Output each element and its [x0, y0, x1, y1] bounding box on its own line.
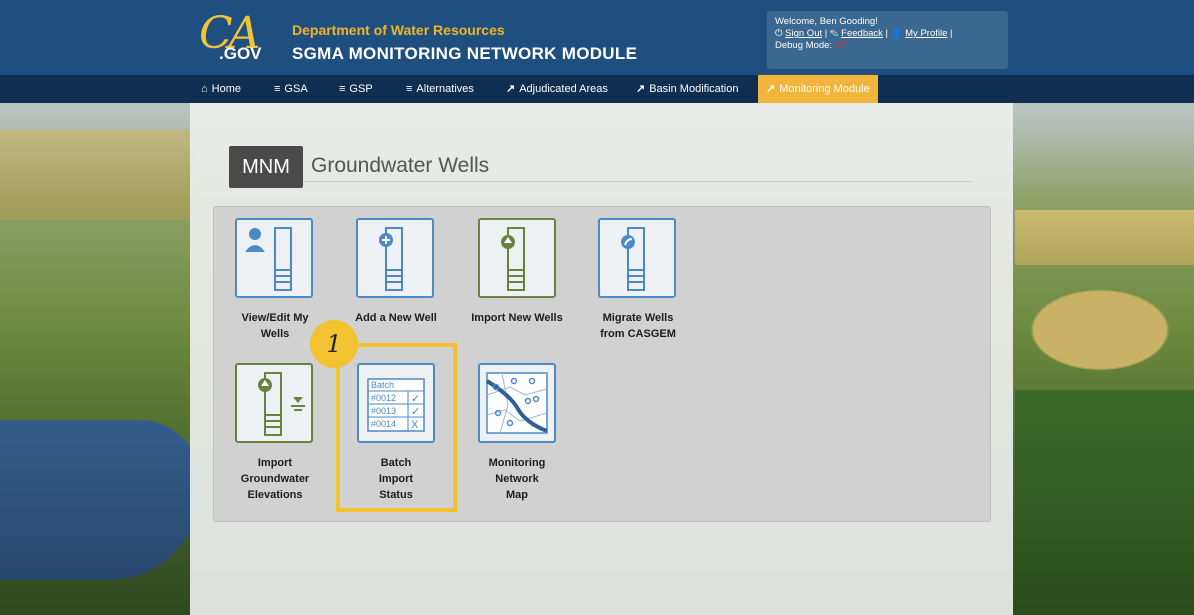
debug-mode: Debug Mode: Off	[775, 40, 1000, 52]
account-links: ⏻ Sign Out | ✎ Feedback | 👤 My Profile |	[775, 28, 953, 39]
step-number-badge: 1	[310, 320, 358, 368]
mnm-badge: MNM	[229, 146, 303, 188]
ca-gov-logo[interactable]: CA .GOV	[197, 8, 289, 64]
nav-gsa[interactable]: ≡ GSA	[274, 75, 308, 103]
department-name: Department of Water Resources	[292, 22, 505, 38]
background-green-right	[1015, 390, 1194, 615]
tile-label-import-wells[interactable]: Import New Wells	[462, 310, 572, 326]
nav-home[interactable]: ⌂ Home	[201, 75, 241, 103]
external-link-icon: ↗	[506, 83, 516, 95]
external-link-icon: ↗	[766, 83, 776, 95]
debug-value[interactable]: Off	[835, 40, 848, 51]
background-field-right	[1015, 210, 1194, 265]
migrate-well-icon[interactable]	[598, 218, 676, 298]
my-profile-link[interactable]: My Profile	[905, 28, 947, 39]
welcome-text: Welcome, Ben Gooding!	[775, 16, 878, 27]
menu-icon: ≡	[339, 83, 346, 95]
page-title: Groundwater Wells	[311, 154, 490, 177]
menu-icon: ≡	[406, 83, 413, 95]
network-map-icon[interactable]	[478, 363, 556, 443]
power-icon: ⏻	[775, 28, 783, 39]
tile-label-migrate-wells[interactable]: Migrate Wells from CASGEM	[588, 310, 688, 342]
nav-alternatives[interactable]: ≡ Alternatives	[406, 75, 474, 103]
welcome-box: Welcome, Ben Gooding! ⏻ Sign Out | ✎ Fee…	[767, 11, 1008, 69]
external-link-icon: ↗	[636, 83, 646, 95]
import-elevations-icon[interactable]	[235, 363, 313, 443]
feedback-icon: ✎	[829, 28, 839, 39]
feedback-link[interactable]: Feedback	[841, 28, 883, 39]
module-title: SGMA MONITORING NETWORK MODULE	[292, 44, 638, 63]
logo-gov: .GOV	[219, 44, 262, 63]
user-icon: 👤	[890, 28, 903, 39]
nav-gsp[interactable]: ≡ GSP	[339, 75, 373, 103]
import-well-icon[interactable]	[478, 218, 556, 298]
debug-label: Debug Mode:	[775, 40, 833, 51]
tile-label-add-well[interactable]: Add a New Well	[346, 310, 446, 326]
highlight-box	[336, 343, 457, 512]
tile-label-network-map[interactable]: Monitoring Network Map	[467, 455, 567, 503]
add-well-icon[interactable]	[356, 218, 434, 298]
nav-basin-modification[interactable]: ↗ Basin Modification	[636, 75, 739, 103]
nav-monitoring-module[interactable]: ↗ Monitoring Module	[758, 75, 878, 103]
background-field-left	[0, 130, 195, 220]
sign-out-link[interactable]: Sign Out	[785, 28, 822, 39]
menu-icon: ≡	[274, 83, 281, 95]
nav-adjudicated-areas[interactable]: ↗ Adjudicated Areas	[506, 75, 608, 103]
tile-label-import-elevations[interactable]: Import Groundwater Elevations	[225, 455, 325, 503]
person-well-icon[interactable]	[235, 218, 313, 298]
background-river	[0, 420, 200, 580]
tile-label-view-edit[interactable]: View/Edit My Wells	[230, 310, 320, 342]
home-icon: ⌂	[201, 83, 208, 95]
